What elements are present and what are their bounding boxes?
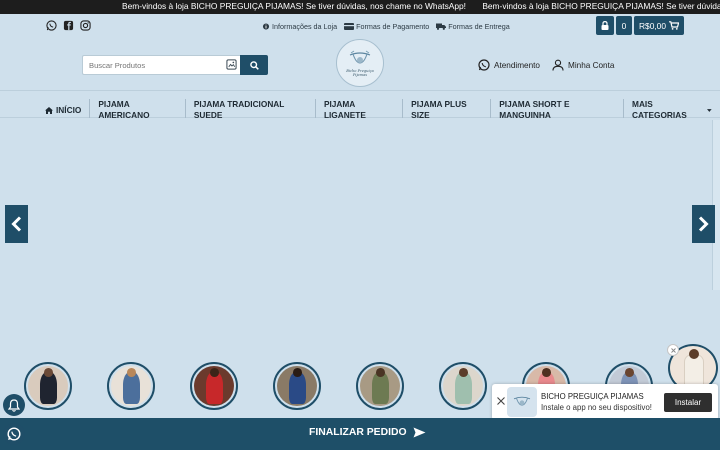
story-image [28,366,68,406]
story-image [277,366,317,406]
whatsapp-chat-button[interactable] [3,423,25,445]
close-floating-video-button[interactable] [667,344,679,356]
search-button[interactable] [240,55,268,75]
delivery-label: Formas de Entrega [448,22,510,31]
chevron-left-icon [11,216,22,232]
app-logo [507,387,537,417]
notifications-button[interactable] [3,394,25,416]
story-image [111,366,151,406]
sloth-logo-icon [513,396,531,406]
bell-icon [8,398,20,412]
payment-label: Formas de Pagamento [356,22,430,31]
install-prompt-message: Instale o app no seu dispositivo! [541,403,652,412]
search-input[interactable] [82,55,240,75]
nav-item-label: INÍCIO [56,104,82,115]
credit-card-icon [344,23,355,30]
store-info-link[interactable]: Informações da Loja [262,22,337,31]
cart-button[interactable]: R$0,00 [634,16,684,35]
announcement-bar: Bem-vindos à loja BICHO PREGUIÇA PIJAMAS… [0,0,720,14]
send-icon [413,427,426,438]
support-link[interactable]: Atendimento [478,59,540,71]
category-nav: INÍCIO PIJAMA AMERICANO PIJAMA TRADICION… [0,90,720,121]
checkout-label: FINALIZAR PEDIDO [309,427,407,438]
site-header: Informações da Loja Formas de Pagamento … [0,14,720,90]
cart-icon [669,21,679,30]
my-account-link[interactable]: Minha Conta [552,59,614,71]
story-image [443,366,483,406]
support-label: Atendimento [494,60,540,70]
instagram-icon[interactable] [80,20,91,31]
truck-icon [436,23,447,30]
whatsapp-icon [478,59,490,71]
info-links: Informações da Loja Formas de Pagamento … [262,22,510,31]
user-icon [552,59,564,71]
announcement-text: Bem-vindos à loja BICHO PREGUIÇA PIJAMAS… [482,1,720,11]
search-icon [249,60,259,70]
caret-down-icon [707,108,712,112]
whatsapp-icon[interactable] [46,20,57,31]
carousel-next-button[interactable] [692,205,715,243]
cart-group: 0 R$0,00 [596,16,684,35]
payment-link[interactable]: Formas de Pagamento [344,22,429,31]
login-button[interactable] [596,16,614,35]
my-account-label: Minha Conta [568,60,615,70]
story-image [194,366,234,406]
checkout-button[interactable]: FINALIZAR PEDIDO [309,427,426,438]
whatsapp-icon [7,427,21,441]
story-thumbnail[interactable] [190,362,238,410]
close-icon[interactable] [496,396,506,406]
story-image [360,366,400,406]
logo-subtext: Pijamas [352,73,368,77]
image-search-icon[interactable] [226,59,237,70]
story-thumbnail[interactable] [356,362,404,410]
announcement-text: Bem-vindos à loja BICHO PREGUIÇA PIJAMAS… [122,1,466,11]
delivery-link[interactable]: Formas de Entrega [436,22,510,31]
lock-icon [601,21,609,30]
store-logo[interactable]: Bicho Preguiça Pijamas [336,39,384,87]
carousel-prev-button[interactable] [5,205,28,243]
social-links [46,20,91,31]
home-icon [45,106,53,114]
chevron-right-icon [698,216,709,232]
story-thumbnail[interactable] [439,362,487,410]
cart-count-badge[interactable]: 0 [616,16,632,35]
info-icon [262,23,270,30]
cart-total: R$0,00 [638,20,666,31]
checkout-bar[interactable]: FINALIZAR PEDIDO [0,418,720,450]
install-prompt-title: BICHO PREGUIÇA PIJAMAS [541,392,644,401]
install-app-prompt: BICHO PREGUIÇA PIJAMAS Instale o app no … [492,384,718,420]
install-button[interactable]: Instalar [664,393,712,412]
story-thumbnail[interactable] [107,362,155,410]
story-thumbnail[interactable] [273,362,321,410]
announcement-marquee: Bem-vindos à loja BICHO PREGUIÇA PIJAMAS… [122,1,720,11]
close-icon [670,347,676,353]
facebook-icon[interactable] [63,20,74,31]
search-bar [82,55,268,75]
sloth-logo-icon [349,50,371,64]
store-info-label: Informações da Loja [272,22,338,31]
story-thumbnail[interactable] [24,362,72,410]
